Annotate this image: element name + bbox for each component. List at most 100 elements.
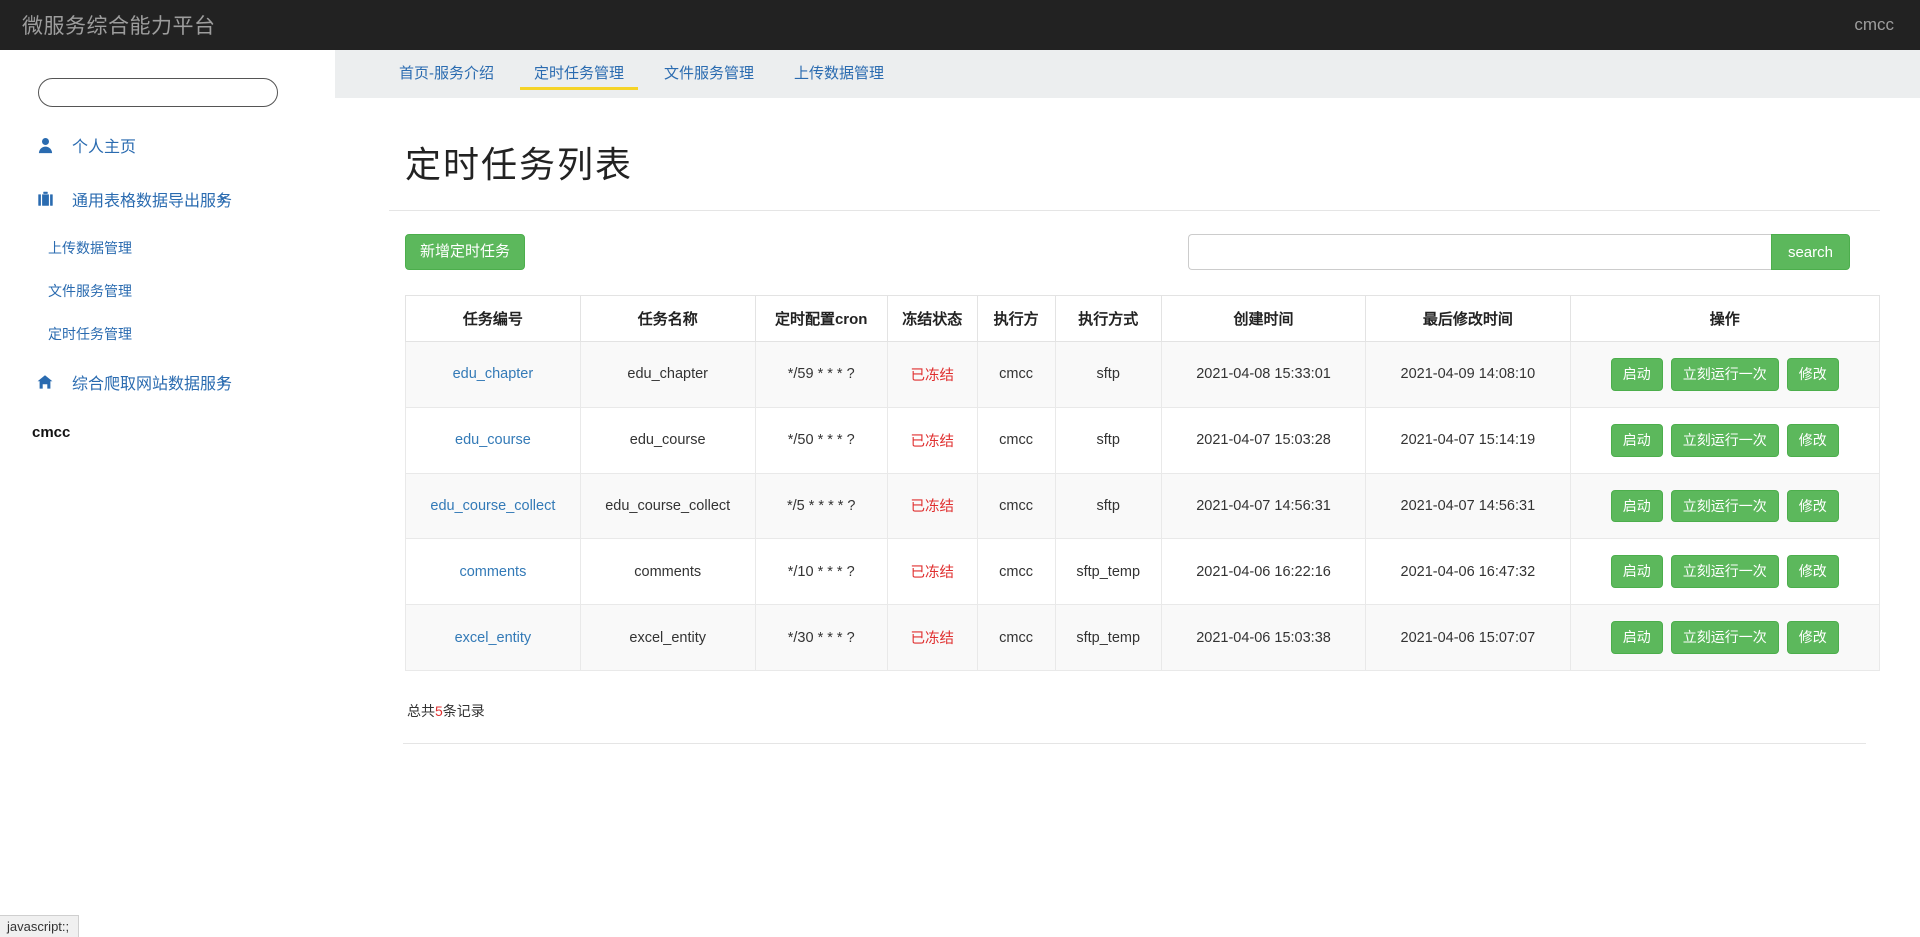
cell-created-time: 2021-04-06 15:03:38 bbox=[1160, 604, 1367, 671]
sidebar-subitem-upload-data[interactable]: 上传数据管理 bbox=[0, 238, 335, 258]
user-icon bbox=[32, 137, 58, 154]
run-once-button[interactable]: 立刻运行一次 bbox=[1670, 423, 1779, 457]
operation-buttons: 启动 立刻运行一次 修改 bbox=[1577, 621, 1873, 654]
cell-operations: 启动 立刻运行一次 修改 bbox=[1569, 472, 1881, 540]
cell-task-name: edu_chapter bbox=[579, 341, 756, 408]
task-panel: 定时任务列表 新增定时任务 search 任务编号 任务名称 定时配置cron … bbox=[363, 136, 1906, 744]
total-suffix: 条记录 bbox=[442, 702, 485, 719]
task-id-link[interactable]: comments bbox=[459, 564, 526, 580]
main-content: 首页-服务介绍 定时任务管理 文件服务管理 上传数据管理 定时任务列表 新增定时… bbox=[335, 50, 1920, 744]
briefcase-icon bbox=[32, 191, 58, 207]
operation-buttons: 启动 立刻运行一次 修改 bbox=[1577, 555, 1873, 589]
sidebar-username: cmcc bbox=[32, 424, 71, 441]
edit-task-button[interactable]: 修改 bbox=[1786, 621, 1839, 654]
run-once-button[interactable]: 立刻运行一次 bbox=[1670, 621, 1779, 654]
cell-frozen-status: 已冻结 bbox=[886, 538, 978, 606]
total-count: 5 bbox=[435, 702, 443, 719]
task-id-link[interactable]: edu_chapter bbox=[453, 366, 534, 382]
close-icon[interactable]: × bbox=[218, 192, 227, 207]
cell-task-id: edu_chapter bbox=[405, 341, 581, 408]
cell-executor: cmcc bbox=[976, 341, 1056, 408]
run-once-button[interactable]: 立刻运行一次 bbox=[1670, 358, 1779, 391]
edit-task-button[interactable]: 修改 bbox=[1786, 555, 1839, 589]
column-header-task-id: 任务编号 bbox=[405, 295, 581, 342]
total-records: 总共5条记录 bbox=[407, 701, 1880, 721]
content-tabs: 首页-服务介绍 定时任务管理 文件服务管理 上传数据管理 bbox=[335, 50, 1920, 98]
task-id-link[interactable]: edu_course bbox=[455, 432, 531, 448]
title-divider bbox=[389, 210, 1880, 211]
start-task-button[interactable]: 启动 bbox=[1610, 423, 1663, 457]
tab-scheduled-task[interactable]: 定时任务管理 bbox=[514, 50, 644, 98]
run-once-button[interactable]: 立刻运行一次 bbox=[1670, 555, 1779, 589]
cell-exec-mode: sftp bbox=[1054, 472, 1162, 540]
sidebar-search-wrap bbox=[0, 78, 335, 107]
sidebar-search-input[interactable] bbox=[38, 78, 278, 107]
cell-executor: cmcc bbox=[976, 538, 1056, 606]
table-row: edu_chapter edu_chapter */59 * * * ? 已冻结 cmc… bbox=[405, 341, 1881, 408]
operation-buttons: 启动 立刻运行一次 修改 bbox=[1577, 423, 1873, 457]
cell-exec-mode: sftp_temp bbox=[1054, 604, 1162, 671]
top-navbar: 微服务综合能力平台 cmcc bbox=[0, 0, 1920, 50]
app-title: 微服务综合能力平台 bbox=[22, 15, 216, 38]
edit-task-button[interactable]: 修改 bbox=[1786, 423, 1839, 457]
sidebar: 个人主页 通用表格数据导出服务 × 上传数据管理 文件服务管理 定时任务管理 综… bbox=[0, 50, 335, 441]
cell-modified-time: 2021-04-06 16:47:32 bbox=[1365, 538, 1571, 606]
task-id-link[interactable]: edu_course_collect bbox=[430, 498, 555, 514]
cell-created-time: 2021-04-07 14:56:31 bbox=[1160, 472, 1367, 540]
task-table: 任务编号 任务名称 定时配置cron 冻结状态 执行方 执行方式 创建时间 最后… bbox=[405, 295, 1881, 671]
table-row: excel_entity excel_entity */30 * * * ? 已冻结 c… bbox=[405, 604, 1881, 671]
table-row: edu_course_collect edu_course_collect */5 … bbox=[405, 472, 1881, 540]
sidebar-subitem-scheduled-task[interactable]: 定时任务管理 bbox=[0, 324, 335, 344]
cell-created-time: 2021-04-07 15:03:28 bbox=[1160, 406, 1367, 474]
sidebar-item-personal-home[interactable]: 个人主页 bbox=[0, 129, 335, 161]
table-row: comments comments */10 * * * ? 已冻结 cmcc sftp_… bbox=[405, 538, 1881, 606]
task-id-link[interactable]: excel_entity bbox=[455, 630, 532, 646]
cell-task-id: edu_course_collect bbox=[405, 472, 581, 540]
cell-frozen-status: 已冻结 bbox=[886, 472, 978, 540]
task-search-input[interactable] bbox=[1188, 234, 1771, 270]
run-once-button[interactable]: 立刻运行一次 bbox=[1670, 489, 1779, 523]
start-task-button[interactable]: 启动 bbox=[1610, 358, 1663, 391]
cell-cron: */5 * * * * ? bbox=[754, 472, 888, 540]
column-header-frozen-status: 冻结状态 bbox=[886, 295, 978, 342]
tab-upload-data[interactable]: 上传数据管理 bbox=[774, 50, 904, 98]
table-header-row: 任务编号 任务名称 定时配置cron 冻结状态 执行方 执行方式 创建时间 最后… bbox=[405, 295, 1881, 342]
task-toolbar: 新增定时任务 search bbox=[405, 233, 1880, 271]
add-task-button[interactable]: 新增定时任务 bbox=[405, 234, 526, 270]
sidebar-item-export-service[interactable]: 通用表格数据导出服务 × bbox=[0, 183, 335, 215]
cell-exec-mode: sftp bbox=[1054, 341, 1162, 408]
task-search-button[interactable]: search bbox=[1770, 234, 1850, 270]
tab-home-service-intro[interactable]: 首页-服务介绍 bbox=[379, 50, 514, 98]
cell-modified-time: 2021-04-07 14:56:31 bbox=[1365, 472, 1571, 540]
cell-task-name: edu_course_collect bbox=[579, 472, 756, 540]
cell-created-time: 2021-04-06 16:22:16 bbox=[1160, 538, 1367, 606]
operation-buttons: 启动 立刻运行一次 修改 bbox=[1577, 358, 1873, 391]
cell-frozen-status: 已冻结 bbox=[886, 406, 978, 474]
plus-icon[interactable]: + bbox=[218, 375, 227, 390]
page-title: 定时任务列表 bbox=[405, 144, 634, 185]
column-header-cron: 定时配置cron bbox=[754, 295, 888, 342]
column-header-task-name: 任务名称 bbox=[579, 295, 756, 342]
cell-modified-time: 2021-04-06 15:07:07 bbox=[1365, 604, 1571, 671]
sidebar-item-label: 通用表格数据导出服务 bbox=[72, 193, 233, 210]
cell-operations: 启动 立刻运行一次 修改 bbox=[1569, 406, 1881, 474]
sidebar-item-crawl-service[interactable]: 综合爬取网站数据服务 + bbox=[0, 366, 335, 398]
cell-executor: cmcc bbox=[976, 406, 1056, 474]
column-header-exec-mode: 执行方式 bbox=[1054, 295, 1162, 342]
edit-task-button[interactable]: 修改 bbox=[1786, 358, 1839, 391]
sidebar-subitem-file-service[interactable]: 文件服务管理 bbox=[0, 281, 335, 301]
start-task-button[interactable]: 启动 bbox=[1610, 555, 1663, 589]
start-task-button[interactable]: 启动 bbox=[1610, 489, 1663, 523]
sidebar-item-label: 个人主页 bbox=[72, 139, 137, 156]
sidebar-item-label: 综合爬取网站数据服务 bbox=[72, 376, 233, 393]
cell-modified-time: 2021-04-07 15:14:19 bbox=[1365, 406, 1571, 474]
tab-file-service[interactable]: 文件服务管理 bbox=[644, 50, 774, 98]
start-task-button[interactable]: 启动 bbox=[1610, 621, 1663, 654]
topbar-username[interactable]: cmcc bbox=[1854, 15, 1894, 35]
cell-cron: */30 * * * ? bbox=[754, 604, 888, 671]
edit-task-button[interactable]: 修改 bbox=[1786, 489, 1839, 523]
cell-frozen-status: 已冻结 bbox=[886, 341, 978, 408]
cell-executor: cmcc bbox=[976, 604, 1056, 671]
table-row: edu_course edu_course */50 * * * ? 已冻结 cmcc s… bbox=[405, 406, 1881, 474]
home-icon bbox=[32, 374, 58, 390]
